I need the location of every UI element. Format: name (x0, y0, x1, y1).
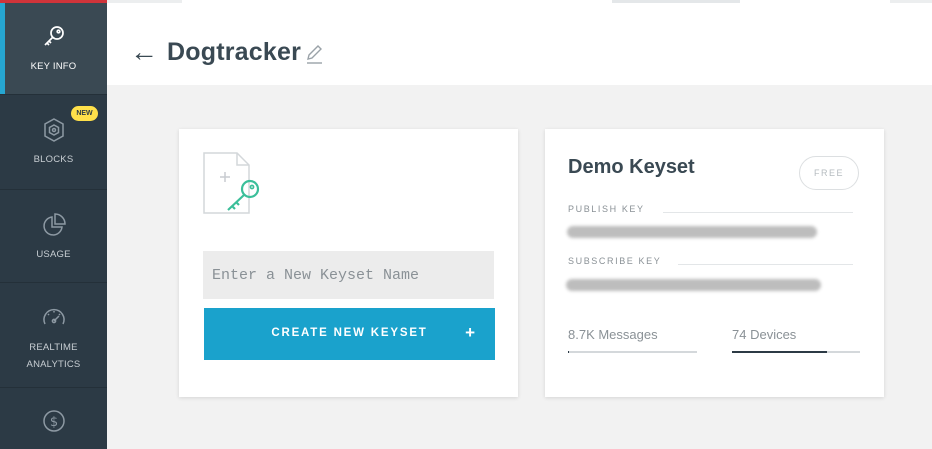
page-title: Dogtracker (167, 38, 301, 66)
back-arrow-icon[interactable]: ← (130, 38, 158, 66)
publish-key-redacted (567, 226, 817, 238)
create-new-keyset-button[interactable]: CREATE NEW KEYSET + (204, 308, 495, 360)
messages-bar (568, 351, 697, 353)
keyset-title: Demo Keyset (568, 156, 695, 178)
messages-bar-fill (568, 351, 570, 353)
sidebar-item-label: REALTIME ANALYTICS (26, 342, 81, 370)
divider (663, 212, 853, 213)
tab-edge (612, 0, 740, 3)
top-accent-strip (0, 0, 107, 3)
new-keyset-card: CREATE NEW KEYSET + (179, 129, 518, 397)
keyset-card[interactable]: Demo Keyset FREE PUBLISH KEY SUBSCRIBE K… (545, 129, 884, 397)
new-badge: NEW (71, 106, 98, 121)
sidebar-item-label: USAGE (36, 249, 71, 260)
page-header: ← Dogtracker (107, 0, 932, 85)
subscribe-key-label: SUBSCRIBE KEY (568, 256, 662, 266)
edit-pencil-icon[interactable] (305, 44, 323, 69)
keyset-name-input[interactable] (203, 251, 494, 299)
sidebar-item-label: BLOCKS (33, 154, 74, 165)
sidebar-item-label: KEY INFO (30, 61, 77, 72)
sidebar-item-usage[interactable]: USAGE (0, 190, 107, 283)
devices-bar-fill (732, 351, 827, 353)
sidebar-item-billing[interactable]: $ (0, 388, 107, 449)
new-key-file-icon (203, 152, 265, 221)
svg-text:$: $ (49, 415, 57, 430)
tab-edge (890, 0, 932, 3)
publish-key-label: PUBLISH KEY (568, 204, 645, 214)
messages-stat: 8.7K Messages (568, 327, 658, 342)
devices-stat: 74 Devices (732, 327, 797, 342)
divider (678, 264, 853, 265)
create-button-label: CREATE NEW KEYSET (271, 327, 428, 339)
blocks-icon (41, 117, 67, 143)
sidebar-item-key-info[interactable]: KEY INFO (0, 0, 107, 95)
sidebar: KEY INFO BLOCKS NEW USAGE REALTIME ANALY… (0, 0, 107, 449)
devices-bar (732, 351, 860, 353)
dollar-icon: $ (41, 408, 67, 434)
plan-badge: FREE (799, 156, 859, 190)
subscribe-key-redacted (566, 279, 821, 291)
speedometer-icon (41, 305, 67, 331)
key-icon (41, 24, 67, 50)
plus-icon: + (465, 323, 475, 342)
pie-chart-icon (41, 212, 67, 238)
sidebar-item-realtime-analytics[interactable]: REALTIME ANALYTICS (0, 283, 107, 388)
tab-edge (107, 0, 182, 3)
